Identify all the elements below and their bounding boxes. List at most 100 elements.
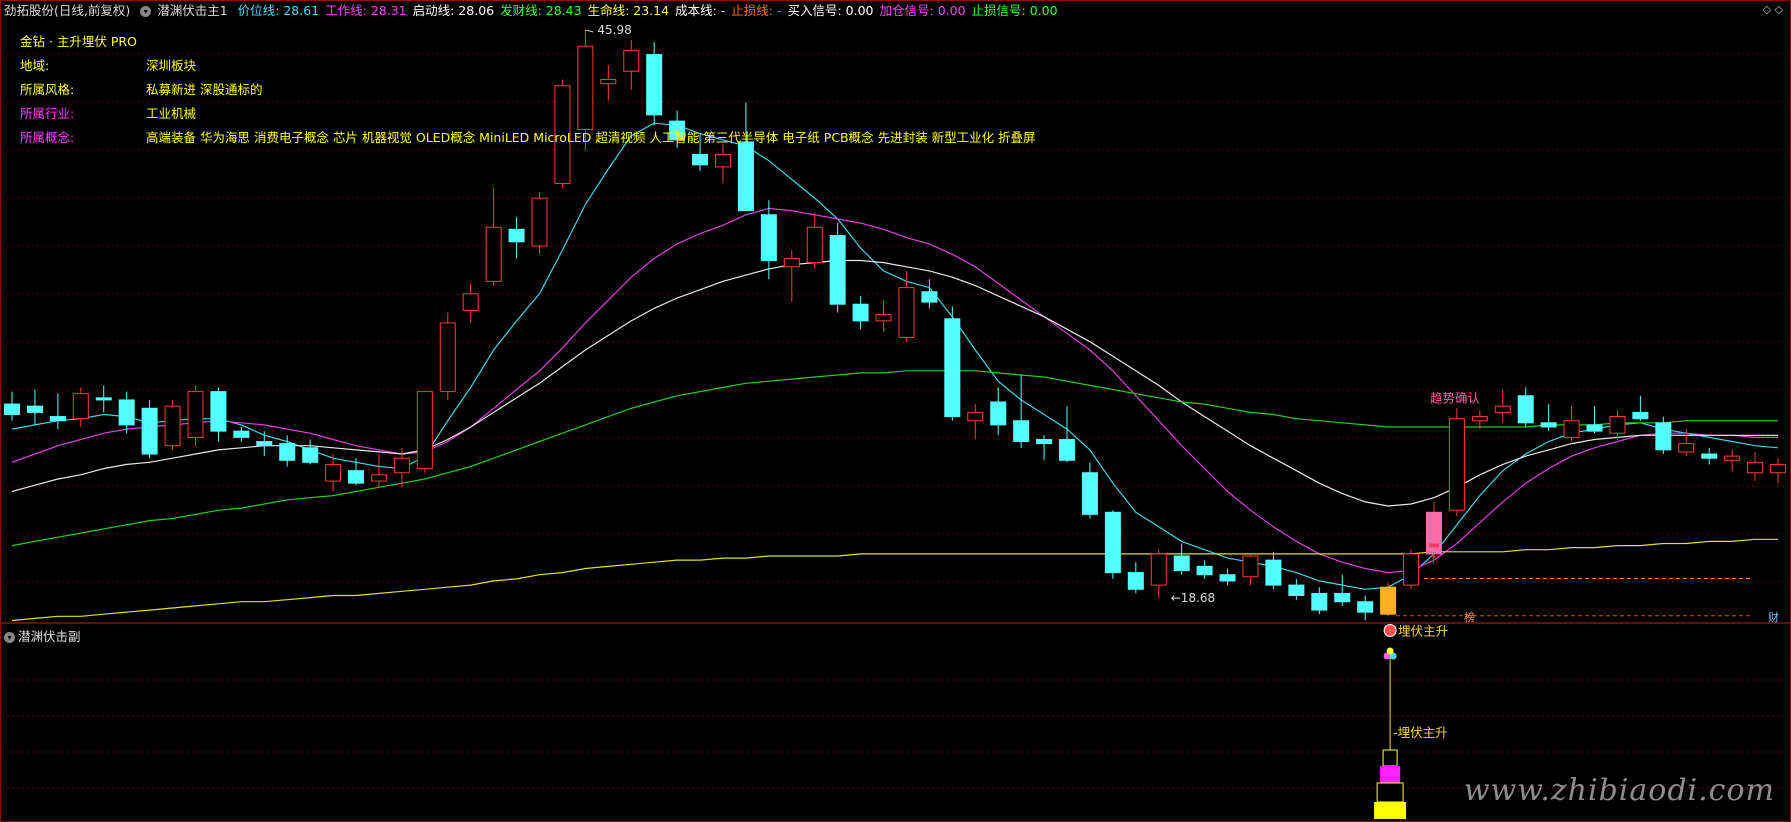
- candle-body: [233, 430, 250, 438]
- window-controls[interactable]: ◇ ◇: [1763, 3, 1783, 16]
- candle-body: [1081, 472, 1098, 515]
- high-pointer: [585, 29, 594, 33]
- diamond-icon-2[interactable]: ◇: [1775, 3, 1783, 16]
- trend-confirm-label: 趋势确认: [1430, 390, 1481, 405]
- indicator-value-7: 买入信号: 0.00: [787, 3, 874, 18]
- line-工作线: [11, 207, 1778, 574]
- candle-body: [852, 303, 869, 322]
- indicator-value-1: 工作线: 28.31: [325, 3, 407, 18]
- candle-body: [921, 291, 938, 303]
- candle-body: [210, 391, 227, 432]
- candle-body: [1678, 443, 1695, 453]
- candle-body: [623, 49, 640, 72]
- candle-body: [141, 407, 158, 455]
- candle-body: [49, 416, 66, 422]
- sub-panel-chart: -埋伏主升: [1374, 647, 1448, 819]
- candle-body: [187, 391, 204, 438]
- candle-body: [1494, 405, 1511, 413]
- high-label: 45.98: [597, 23, 631, 37]
- candle-body: [1747, 461, 1764, 474]
- candle-body: [531, 197, 548, 247]
- info-value: 私募新进 深股通标的: [146, 82, 263, 97]
- candle-body: [1403, 553, 1420, 586]
- sub-bar-1: [1382, 749, 1398, 767]
- candle-body: [1196, 565, 1213, 576]
- sub-panel-title[interactable]: 潜渊伏击副: [18, 629, 81, 644]
- candle-body: [1334, 592, 1351, 603]
- watermark: www.zhibiaodi.com: [1463, 773, 1775, 808]
- candle-body: [1036, 438, 1053, 445]
- candle-body: [118, 399, 135, 426]
- indicator-value-5: 成本线: -: [675, 3, 726, 18]
- candle-body: [577, 45, 594, 130]
- candle-body: [279, 443, 296, 461]
- confirm-marker: [1428, 543, 1439, 548]
- candle-body: [692, 153, 709, 166]
- diamond-icon[interactable]: ◇: [1763, 3, 1771, 16]
- sub-bar-2: [1380, 766, 1401, 783]
- info-key: 所属概念:: [20, 130, 75, 145]
- candle-body: [1609, 416, 1626, 434]
- sub-panel-header: ▾ 潜渊伏击副: [4, 626, 81, 645]
- candle-body: [646, 54, 663, 116]
- badge-right: 财: [1768, 611, 1779, 624]
- candle-body: [1173, 555, 1190, 572]
- candle-body: [1265, 559, 1282, 586]
- candle-body: [1724, 455, 1741, 461]
- candle-body: [302, 447, 319, 463]
- candle-body: [1425, 511, 1442, 555]
- main-chart-svg[interactable]: 45.98 ←18.68 趋势确认 ↑ 埋伏主升 -埋伏主升: [0, 0, 1791, 822]
- candle-body: [95, 397, 112, 401]
- candlesticks[interactable]: [4, 30, 1786, 621]
- indicator-name[interactable]: 潜渊伏击主1: [157, 3, 227, 18]
- line-生命线: [11, 538, 1778, 622]
- candle-body: [370, 474, 387, 482]
- candle-body: [4, 403, 20, 415]
- info-value: 深圳板块: [146, 58, 197, 73]
- candle-body: [783, 257, 800, 268]
- info-key: 地域:: [20, 58, 50, 73]
- sub-ambush-label: -埋伏主升: [1393, 725, 1448, 740]
- candle-body: [256, 441, 273, 447]
- candle-body: [760, 214, 777, 262]
- candle-body: [1563, 420, 1580, 438]
- candle-body: [1586, 424, 1603, 432]
- candle-body: [1311, 592, 1328, 611]
- candle-body: [348, 470, 365, 484]
- info-value: 高端装备 华为海思 消费电子概念 芯片 机器视觉 OLED概念 MiniLED …: [146, 130, 1036, 145]
- flower-icon-3: [1386, 647, 1394, 655]
- candle-body: [898, 287, 915, 339]
- stock-title[interactable]: 劲拓股份(日线,前复权): [4, 3, 130, 18]
- candle-body: [1701, 453, 1718, 459]
- candle-body: [1471, 416, 1488, 422]
- candle-body: [508, 228, 525, 243]
- candle-body: [1540, 422, 1557, 428]
- buy-arrow-icon: ↑: [1428, 553, 1439, 568]
- indicator-value-8: 加仓信号: 0.00: [879, 3, 966, 18]
- candle-body: [393, 457, 410, 474]
- candle-body: [164, 405, 181, 447]
- chart-header: 劲拓股份(日线,前复权) ▾ 潜渊伏击主1 价位线: 28.61 工作线: 28.3…: [4, 3, 1070, 19]
- indicator-value-9: 止损信号: 0.00: [971, 3, 1058, 18]
- line-发财线: [11, 370, 1778, 547]
- candle-body: [990, 401, 1007, 426]
- indicator-value-6: 止损线: -: [731, 3, 782, 18]
- collapse-icon[interactable]: ▾: [140, 6, 152, 17]
- candle-body: [1127, 572, 1144, 590]
- badge-left: 榜: [1464, 611, 1475, 624]
- candle-body: [944, 318, 961, 418]
- candle-body: [416, 391, 433, 470]
- indicator-value-0: 价位线: 28.61: [237, 3, 320, 18]
- info-key: 所属行业:: [20, 106, 75, 121]
- candle-body: [829, 235, 846, 305]
- sub-bar-4: [1374, 802, 1407, 819]
- low-label: ←18.68: [1171, 591, 1215, 605]
- candle-body: [1655, 422, 1672, 451]
- candle-body: [1013, 420, 1030, 443]
- candle-body: [26, 405, 43, 413]
- collapse-icon[interactable]: ▾: [4, 632, 15, 643]
- candle-body: [967, 411, 984, 422]
- candle-body: [1150, 553, 1167, 586]
- info-title: 金钻 · 主升埋伏 PRO: [20, 34, 137, 49]
- candle-body: [1288, 584, 1305, 597]
